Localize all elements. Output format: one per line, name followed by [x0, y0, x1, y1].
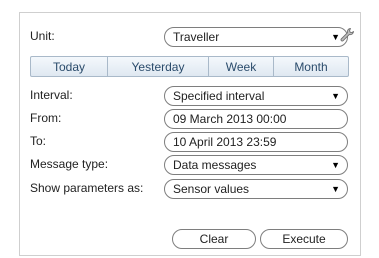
from-date-input[interactable]: 09 March 2013 00:00 [164, 109, 348, 129]
unit-label: Unit: [30, 29, 55, 43]
show-params-label: Show parameters as: [30, 181, 144, 195]
interval-select[interactable]: Specified interval ▼ [164, 86, 348, 106]
message-type-value: Data messages [173, 158, 257, 172]
from-label: From: [30, 111, 62, 125]
to-date-input[interactable]: 10 April 2013 23:59 [164, 132, 348, 152]
unit-select[interactable]: Traveller ▼ [164, 27, 348, 47]
chevron-down-icon: ▼ [331, 160, 340, 170]
execute-button[interactable]: Execute [260, 229, 348, 249]
message-type-label: Message type: [30, 157, 109, 171]
to-label: To: [30, 134, 47, 148]
clear-button[interactable]: Clear [172, 229, 256, 249]
unit-value: Traveller [173, 30, 220, 44]
chevron-down-icon: ▼ [331, 184, 340, 194]
tab-month[interactable]: Month [274, 57, 348, 76]
to-date-value: 10 April 2013 23:59 [173, 135, 277, 149]
wrench-icon[interactable] [339, 27, 355, 43]
quick-range-tabs: Today Yesterday Week Month [30, 56, 349, 77]
from-date-value: 09 March 2013 00:00 [173, 112, 287, 126]
interval-label: Interval: [30, 88, 73, 102]
tab-today[interactable]: Today [31, 57, 108, 76]
interval-value: Specified interval [173, 89, 265, 103]
chevron-down-icon: ▼ [331, 91, 340, 101]
report-panel: Unit: Traveller ▼ Today Yesterday Week M… [19, 12, 361, 256]
message-type-select[interactable]: Data messages ▼ [164, 155, 348, 175]
show-params-value: Sensor values [173, 182, 250, 196]
tab-week[interactable]: Week [209, 57, 274, 76]
show-params-select[interactable]: Sensor values ▼ [164, 179, 348, 199]
tab-yesterday[interactable]: Yesterday [108, 57, 209, 76]
